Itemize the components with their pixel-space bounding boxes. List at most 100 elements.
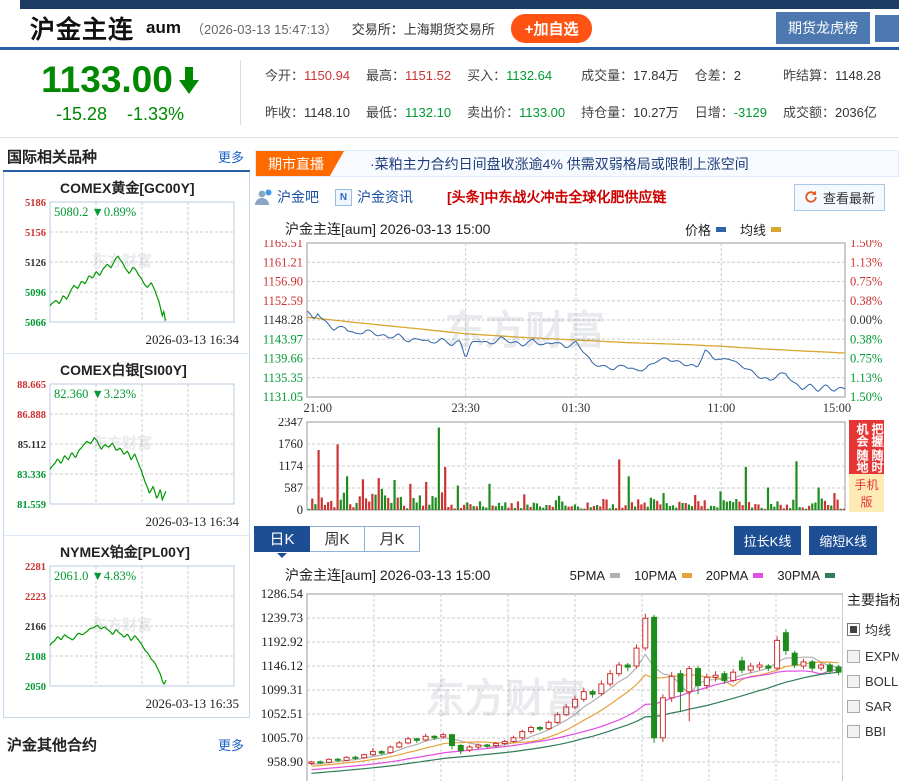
svg-text:1139.66: 1139.66 [263, 352, 303, 366]
ma30-legend-swatch [825, 573, 835, 578]
svg-text:1192.92: 1192.92 [261, 634, 303, 649]
stat-买入: 买入：1132.64 [467, 65, 565, 84]
svg-text:1.50%: 1.50% [850, 240, 882, 250]
svg-text:1.13%: 1.13% [850, 255, 882, 269]
shrink-kline-button[interactable]: 缩短K线 [809, 526, 877, 555]
dragon-tiger-button[interactable]: 期货龙虎榜 [776, 12, 870, 44]
exchange-label: 交易所：上海期货交易所 [352, 19, 495, 38]
stat-日增: 日增：-3129 [695, 102, 767, 121]
stat-最高: 最高：1151.52 [366, 65, 451, 84]
contract-code: aum [146, 18, 181, 38]
kline-chart: 1286.541239.731192.921146.121099.311052.… [255, 588, 843, 781]
top-headline-link[interactable]: [头条]中东战火冲击全球化肥供应链 [447, 187, 666, 207]
news-link[interactable]: 沪金资讯 [357, 187, 413, 207]
volume-chart: 2347176011745870 把握机会 随时随地 手机版 [255, 418, 899, 518]
refresh-icon [804, 190, 818, 204]
sidebar-more-link[interactable]: 更多 [218, 147, 244, 166]
ma20-legend-swatch [753, 573, 763, 578]
svg-text:1143.97: 1143.97 [263, 332, 303, 346]
news-icon: N [335, 189, 352, 206]
partial-edge-button[interactable] [875, 15, 899, 42]
mini-chart-mini_silver[interactable]: COMEX白银[SI00Y]88.66586.88885.11283.33681… [4, 354, 249, 536]
indicator-BBI[interactable]: BBI [847, 724, 899, 739]
avg-legend-swatch [771, 227, 781, 232]
mini-chart-timestamp: 2026-03-13 16:34 [4, 514, 249, 531]
intraday-legend: 价格 均线 [685, 220, 781, 239]
live-news-headline[interactable]: ·菜粕主力合约日间盘收涨逾4% 供需双弱格局或限制上涨空间 [370, 154, 749, 174]
other-contracts-more-link[interactable]: 更多 [218, 735, 244, 754]
unchecked-checkbox-icon[interactable] [847, 650, 860, 663]
top-nav-strip [20, 0, 899, 9]
indicator-均线[interactable]: 均线 [847, 620, 899, 639]
svg-text:2223: 2223 [25, 592, 46, 603]
svg-text:0: 0 [297, 503, 303, 517]
unchecked-checkbox-icon[interactable] [847, 675, 860, 688]
intraday-chart-svg: 1165.511161.211156.901152.591148.281143.… [255, 240, 899, 418]
svg-text:0.38%: 0.38% [850, 294, 882, 308]
quote-timestamp: （2026-03-13 15:47:13） [191, 19, 338, 38]
intraday-chart-title: 沪金主连[aum] 2026-03-13 15:00 [285, 219, 490, 239]
indicator-SAR[interactable]: SAR [847, 699, 899, 714]
stat-仓差: 仓差：2 [695, 65, 767, 84]
ma5-legend-swatch [610, 573, 620, 578]
svg-text:2347: 2347 [278, 418, 303, 429]
svg-text:1.50%: 1.50% [850, 390, 882, 404]
unchecked-checkbox-icon[interactable] [847, 700, 860, 713]
mini-chart-title: NYMEX铂金[PL00Y] [60, 542, 249, 562]
svg-text:1174: 1174 [278, 459, 303, 473]
tab-daily-k[interactable]: 日K [254, 526, 310, 552]
svg-text:1.13%: 1.13% [850, 371, 882, 385]
svg-text:5126: 5126 [25, 258, 46, 269]
indicator-label: SAR [865, 699, 892, 714]
stat-成交量: 成交量：17.84万 [581, 65, 679, 84]
mini-chart-svg: 518651565126509650665080.2 ▼0.89% [4, 198, 242, 332]
svg-text:2108: 2108 [25, 652, 46, 663]
svg-text:1152.59: 1152.59 [263, 294, 303, 308]
price-legend-swatch [716, 227, 726, 232]
svg-text:1146.12: 1146.12 [261, 658, 303, 673]
svg-text:958.90: 958.90 [267, 754, 303, 769]
stretch-kline-button[interactable]: 拉长K线 [734, 526, 802, 555]
ma10-legend-swatch [682, 573, 692, 578]
volume-chart-svg: 2347176011745870 [255, 418, 899, 518]
person-icon [255, 189, 272, 205]
mini-chart-mini_gold[interactable]: COMEX黄金[GC00Y]518651565126509650665080.2… [4, 172, 249, 354]
tab-monthly-k[interactable]: 月K [364, 526, 420, 552]
mini-chart-mini_platinum[interactable]: NYMEX铂金[PL00Y]228122232166210820502061.0… [4, 536, 249, 717]
svg-text:1239.73: 1239.73 [261, 610, 303, 625]
kline-title-row: 沪金主连[aum] 2026-03-13 15:00 5PMA 10PMA 20… [285, 564, 899, 586]
svg-text:1135.35: 1135.35 [263, 371, 303, 385]
forum-link[interactable]: 沪金吧 [277, 187, 319, 207]
mobile-app-banner[interactable]: 把握机会 随时随地 手机版 [849, 420, 884, 512]
refresh-latest-button[interactable]: 查看最新 [794, 184, 885, 211]
indicator-label: BOLL [865, 674, 898, 689]
sidebar: 国际相关品种 更多 COMEX黄金[GC00Y]5186515651265096… [0, 142, 250, 781]
content: 国际相关品种 更多 COMEX黄金[GC00Y]5186515651265096… [0, 138, 899, 781]
stat-持仓量: 持仓量：10.27万 [581, 102, 679, 121]
avg-series-label: 均线 [740, 220, 766, 239]
sidebar-header: 国际相关品种 更多 [3, 142, 250, 172]
svg-text:5096: 5096 [25, 288, 46, 299]
mini-chart-title: COMEX白银[SI00Y] [60, 360, 249, 380]
indicator-BOLL[interactable]: BOLL [847, 674, 899, 689]
sidebar-title: 国际相关品种 [7, 146, 97, 167]
indicator-panel-title: 主要指标 [847, 590, 899, 610]
live-news-bar: 期市直播 ·菜粕主力合约日间盘收涨逾4% 供需双弱格局或限制上涨空间 [255, 150, 899, 177]
checked-checkbox-icon[interactable] [847, 623, 860, 636]
mobile-banner-text: 把握机会 随时随地 [849, 420, 884, 474]
add-watchlist-button[interactable]: +加自选 [511, 14, 593, 43]
header: 沪金主连 aum （2026-03-13 15:47:13） 交易所：上海期货交… [0, 9, 899, 47]
svg-text:01:30: 01:30 [562, 401, 590, 415]
indicator-EXPMA[interactable]: EXPMA [847, 649, 899, 664]
unchecked-checkbox-icon[interactable] [847, 725, 860, 738]
kline-period-tabs: 日K 周K 月K 拉长K线 缩短K线 [255, 526, 899, 560]
svg-text:86.888: 86.888 [17, 410, 46, 421]
mini-chart-svg: 228122232166210820502061.0 ▼4.83% [4, 562, 242, 696]
stat-卖出价: 卖出价：1133.00 [467, 102, 565, 121]
svg-text:2281: 2281 [25, 562, 46, 573]
mini-chart-title: COMEX黄金[GC00Y] [60, 178, 249, 198]
kline-section: 1286.541239.731192.921146.121099.311052.… [255, 588, 899, 781]
svg-text:1052.51: 1052.51 [261, 706, 303, 721]
intraday-title-row: 沪金主连[aum] 2026-03-13 15:00 价格 均线 [285, 218, 899, 240]
tab-weekly-k[interactable]: 周K [309, 526, 365, 552]
